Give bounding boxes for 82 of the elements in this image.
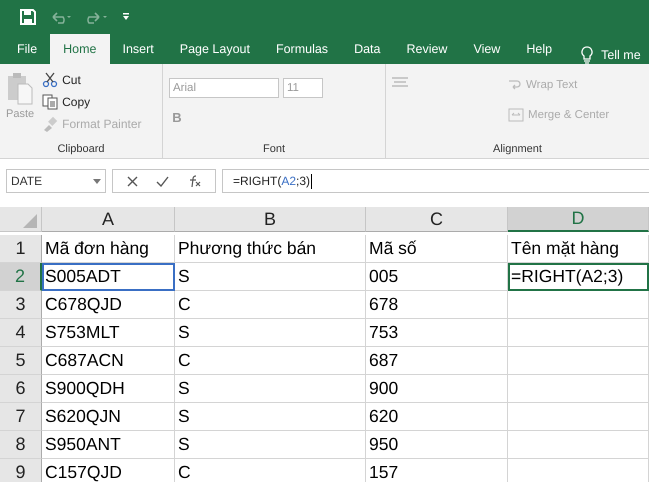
- enter-icon[interactable]: [156, 176, 169, 186]
- table-cell[interactable]: C678QJD: [42, 291, 175, 319]
- empty-cell[interactable]: [508, 375, 649, 403]
- table-cell[interactable]: S: [175, 431, 366, 459]
- table-cell[interactable]: Phương thức bán: [175, 235, 366, 263]
- table-cell[interactable]: S: [175, 403, 366, 431]
- table-cell[interactable]: C157QJD: [42, 459, 175, 482]
- row-header[interactable]: 9: [0, 459, 42, 482]
- triangle-icon: [23, 214, 37, 228]
- table-cell[interactable]: C: [175, 459, 366, 482]
- tell-me-search[interactable]: Tell me: [601, 48, 641, 62]
- table-cell[interactable]: 620: [366, 403, 508, 431]
- ribbon-tab[interactable]: File: [4, 34, 50, 64]
- table-cell[interactable]: 157: [366, 459, 508, 482]
- row-header[interactable]: 7: [0, 403, 42, 431]
- clipboard-icon: [6, 72, 34, 106]
- table-cell[interactable]: 005: [366, 263, 508, 291]
- copy-button[interactable]: Copy: [42, 92, 142, 111]
- paintbrush-icon: [42, 116, 58, 132]
- table-cell[interactable]: S950ANT: [42, 431, 175, 459]
- ribbon-tab[interactable]: Insert: [110, 34, 167, 64]
- empty-cell[interactable]: [508, 347, 649, 375]
- table-cell[interactable]: S: [175, 263, 366, 291]
- row-header[interactable]: 8: [0, 431, 42, 459]
- empty-cell[interactable]: [508, 431, 649, 459]
- cut-button[interactable]: Cut: [42, 70, 142, 89]
- group-label: Clipboard: [56, 142, 106, 157]
- column-header[interactable]: D: [508, 207, 649, 232]
- formula-text: =RIGHT(A2;3): [233, 174, 310, 188]
- column-header[interactable]: B: [175, 207, 366, 232]
- ribbon-tab[interactable]: Help: [513, 34, 566, 64]
- table-cell[interactable]: 687: [366, 347, 508, 375]
- table-cell[interactable]: S: [175, 319, 366, 347]
- row-header[interactable]: 3: [0, 291, 42, 319]
- save-icon[interactable]: [20, 9, 36, 25]
- name-box[interactable]: DATE: [6, 169, 106, 193]
- ribbon-tab[interactable]: Review: [393, 34, 460, 64]
- table-cell[interactable]: C: [175, 291, 366, 319]
- table-cell[interactable]: S620QJN: [42, 403, 175, 431]
- column-header[interactable]: C: [366, 207, 508, 232]
- cancel-icon[interactable]: [127, 176, 138, 186]
- empty-cell[interactable]: [508, 403, 649, 431]
- table-cell[interactable]: Tên mặt hàng: [508, 235, 649, 263]
- customize-icon[interactable]: [122, 12, 130, 22]
- column-header[interactable]: A: [42, 207, 175, 232]
- row-header[interactable]: 5: [0, 347, 42, 375]
- row-header[interactable]: 4: [0, 319, 42, 347]
- select-all-button[interactable]: [0, 207, 42, 232]
- table-cell[interactable]: Mã đơn hàng: [42, 235, 175, 263]
- table-cell[interactable]: 900: [366, 375, 508, 403]
- empty-cell[interactable]: [508, 319, 649, 347]
- function-icon[interactable]: [187, 175, 201, 187]
- ribbon-tab[interactable]: Data: [341, 34, 394, 64]
- table-cell[interactable]: S900QDH: [42, 375, 175, 403]
- empty-cell[interactable]: [508, 291, 649, 319]
- table-cell[interactable]: 678: [366, 291, 508, 319]
- row-header[interactable]: 2: [0, 263, 42, 291]
- scissors-icon: [42, 72, 58, 88]
- dropdown-icon[interactable]: [93, 178, 101, 184]
- table-cell[interactable]: =RIGHT(A2;3): [508, 263, 649, 291]
- merge-icon: [508, 108, 524, 122]
- text-cursor: [311, 174, 312, 188]
- table-cell[interactable]: C687ACN: [42, 347, 175, 375]
- copy-icon: [42, 94, 58, 110]
- row-header[interactable]: 1: [0, 235, 42, 263]
- group-label: Alignment: [492, 142, 543, 157]
- table-cell[interactable]: 950: [366, 431, 508, 459]
- table-cell[interactable]: Mã số: [366, 235, 508, 263]
- ribbon-tab[interactable]: Formulas: [262, 34, 342, 64]
- table-cell[interactable]: S753MLT: [42, 319, 175, 347]
- ribbon-tab[interactable]: View: [460, 34, 514, 64]
- group-label: Font: [262, 142, 286, 157]
- ribbon-tab[interactable]: Home: [50, 34, 110, 64]
- align-top-icon[interactable]: [392, 77, 408, 89]
- row-header[interactable]: 6: [0, 375, 42, 403]
- table-cell[interactable]: S005ADT: [42, 263, 175, 291]
- table-cell[interactable]: S: [175, 375, 366, 403]
- table-cell[interactable]: 753: [366, 319, 508, 347]
- wrap-icon: [508, 78, 522, 92]
- ribbon-tab[interactable]: Page Layout: [166, 34, 263, 64]
- formula-input[interactable]: =RIGHT(A2;3): [222, 169, 649, 193]
- table-cell[interactable]: C: [175, 347, 366, 375]
